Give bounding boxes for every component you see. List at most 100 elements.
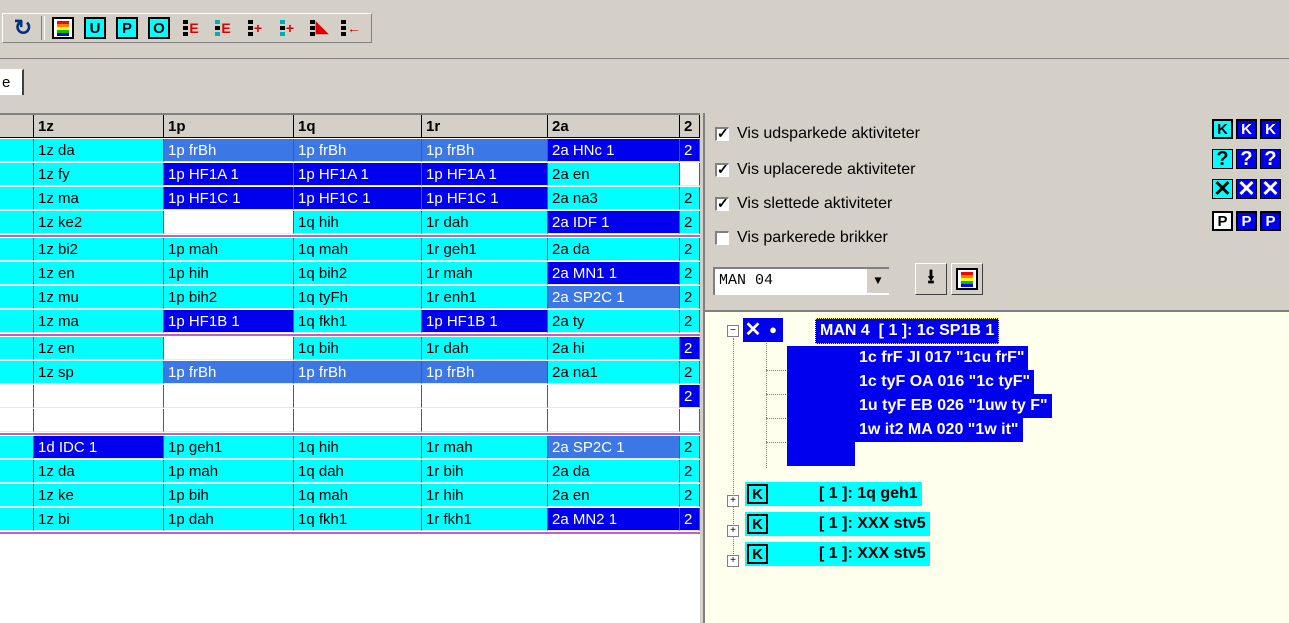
grid-cell[interactable]: 1p mah [164,460,294,483]
checkbox-slettede[interactable]: ✓ [715,195,729,211]
grid-cell[interactable]: 1z ke2 [34,211,164,234]
grid-cell[interactable]: 2a na3 [548,187,680,210]
grid-cell[interactable] [34,409,164,432]
grid-cell[interactable]: 1p bih2 [164,286,294,309]
checkbox-uplacerede[interactable]: ✓ [715,161,729,177]
grid-cell[interactable]: 2 [680,211,700,234]
grid-cell[interactable] [34,385,164,408]
grid-cell[interactable]: 2a en [548,484,680,507]
grid-cell[interactable]: 2 [680,262,700,285]
grid-cell[interactable]: 1r enh1 [422,286,548,309]
u-button[interactable]: U [79,14,111,42]
grid-cell[interactable]: 1q mah [294,484,422,507]
grid-cell[interactable]: 1r dah [422,337,548,360]
expand-toggle[interactable]: + [727,555,739,567]
expand-toggle[interactable]: + [727,525,739,537]
grid-cell[interactable]: 2a hi [548,337,680,360]
option-uplacerede[interactable]: ✓ Vis uplacerede aktiviteter [715,161,915,179]
grid-cell[interactable]: 2 [680,361,700,384]
tree-child[interactable]: 1c frF JI 017 "1cu frF" [855,346,1029,370]
tree-child[interactable]: 1u tyF EB 026 "1uw ty F" [855,394,1052,418]
grid-cell[interactable]: 1z mu [34,286,164,309]
grid-cell[interactable]: 1p HF1A 1 [164,163,294,186]
grid-cell[interactable]: 2a da [548,460,680,483]
option-parkerede[interactable]: Vis parkerede brikker [715,229,888,247]
grid-cell[interactable]: 2a SP2C 1 [548,436,680,459]
grid-cell[interactable] [548,409,680,432]
grid-cell[interactable]: 2a en [548,163,680,186]
grid-cell[interactable]: 1r dah [422,211,548,234]
checkbox-parkerede[interactable] [715,231,729,245]
grid-cell[interactable]: 1z da [34,460,164,483]
grid-cell[interactable]: 1p frBh [294,139,422,162]
grid-cell[interactable]: 2 [680,337,700,360]
grid-cell[interactable]: 1z da [34,139,164,162]
tree-collapsed-node[interactable]: [ 1 ]: XXX stv5 [815,542,930,566]
o-button[interactable]: O [143,14,175,42]
grid-cell[interactable]: 2a MN1 1 [548,262,680,285]
grid-cell[interactable]: 1r mah [422,262,548,285]
grid-cell[interactable]: 1q bih2 [294,262,422,285]
grid-cell[interactable]: 1p frBh [164,139,294,162]
grid-cell[interactable]: 1z en [34,262,164,285]
grid-cell[interactable]: 1r mah [422,436,548,459]
grid-cell[interactable]: 1q hih [294,436,422,459]
grid-cell[interactable]: 2 [680,139,700,162]
grid-cell[interactable]: 1p frBh [422,361,548,384]
tree-collapsed-node[interactable]: [ 1 ]: XXX stv5 [815,512,930,536]
chevron-down-icon[interactable]: ▼ [866,269,889,293]
checkbox-udsparkede[interactable]: ✓ [715,125,729,141]
grid-cell[interactable]: 1p frBh [422,139,548,162]
grid-cell[interactable]: 2 [680,508,700,531]
grid-cell[interactable]: 1r fkh1 [422,508,548,531]
p-button[interactable]: P [111,14,143,42]
grid-cell[interactable]: 1q tyFh [294,286,422,309]
grid-cell[interactable]: 1p frBh [294,361,422,384]
insert-e-button[interactable]: E [175,14,207,42]
grid-cell[interactable]: 2a da [548,238,680,261]
grid-cell[interactable]: 1z en [34,337,164,360]
grid-cell[interactable]: 1p dah [164,508,294,531]
grid-cell[interactable]: 2a MN2 1 [548,508,680,531]
grid-cell[interactable]: 1q fkh1 [294,310,422,333]
refresh-button[interactable]: ↻ [7,14,39,42]
grid-cell[interactable]: 1p hih [164,262,294,285]
grid-cell[interactable] [680,163,700,186]
grid-cell[interactable]: 2 [680,187,700,210]
grid-cell[interactable]: 1q dah [294,460,422,483]
grid-cell[interactable]: 1z bi2 [34,238,164,261]
grid-cell[interactable] [164,409,294,432]
grid-cell[interactable]: 1p mah [164,238,294,261]
grid-cell[interactable]: 1z ke [34,484,164,507]
move-back-button[interactable]: ← [335,14,367,42]
grid-cell[interactable]: 1q hih [294,211,422,234]
rainbow-button[interactable] [47,14,79,42]
grid-cell[interactable]: 1q fkh1 [294,508,422,531]
insert-plus-button[interactable]: + [239,14,271,42]
grid-cell[interactable]: 1z sp [34,361,164,384]
grid-cell[interactable]: 1p geh1 [164,436,294,459]
grid-cell[interactable]: 2a na1 [548,361,680,384]
tree-root-label[interactable]: MAN 4 [ 1 ]: 1c SP1B 1 [815,318,1000,344]
grid-cell[interactable] [164,337,294,360]
grid-cell[interactable]: 1p HF1C 1 [422,187,548,210]
grid-cell[interactable] [164,385,294,408]
tree-collapsed-node[interactable]: [ 1 ]: 1q geh1 [815,482,922,506]
grid-cell[interactable]: 2 [680,286,700,309]
grid-cell[interactable]: 2a ty [548,310,680,333]
grid-cell[interactable]: 2 [680,436,700,459]
grid-cell[interactable] [294,409,422,432]
option-slettede[interactable]: ✓ Vis slettede aktiviteter [715,195,892,213]
grid-cell[interactable]: 1z ma [34,187,164,210]
grid-cell[interactable]: 1p HF1A 1 [422,163,548,186]
tree-child[interactable]: 1c tyF OA 016 "1c tyF" [855,370,1035,394]
grid-cell[interactable]: 2 [680,484,700,507]
grid-cell[interactable]: 2 [680,385,700,408]
grid-cell[interactable]: 1q mah [294,238,422,261]
grid-cell[interactable] [422,409,548,432]
grid-cell[interactable]: 1d IDC 1 [34,436,164,459]
grid-cell[interactable]: 1p HF1A 1 [294,163,422,186]
grid-cell[interactable] [294,385,422,408]
grid-cell[interactable]: 1q bih [294,337,422,360]
grid-cell[interactable]: 2 [680,460,700,483]
